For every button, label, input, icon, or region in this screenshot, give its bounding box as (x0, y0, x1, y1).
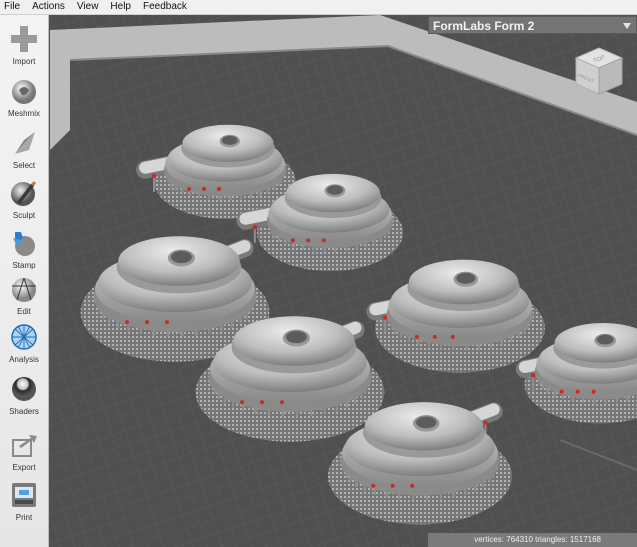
turret (181, 124, 275, 168)
edit-sphere-icon (12, 277, 36, 302)
tool-label: Stamp (12, 261, 36, 270)
chrome-sphere-icon (12, 377, 36, 401)
export-arrow-icon (12, 435, 37, 457)
tool-label: Meshmix (7, 109, 40, 118)
tool-import-button[interactable]: Import (0, 21, 48, 73)
tool-print-button[interactable]: Print (0, 477, 48, 529)
tool-label: Export (12, 463, 36, 472)
menu-help[interactable]: Help (104, 0, 137, 14)
brush-icon (11, 181, 36, 206)
meshmixer-window: File Actions View Help Feedback Import M… (0, 0, 637, 547)
3d-viewport[interactable] (49, 15, 637, 547)
printer-name: FormLabs Form 2 (433, 19, 535, 33)
stamp-icon (13, 232, 35, 256)
tool-select-button[interactable]: Select (0, 125, 48, 177)
menu-actions[interactable]: Actions (26, 0, 71, 14)
tool-label: Print (15, 513, 33, 522)
turret (407, 259, 520, 311)
tool-analysis-button[interactable]: Analysis (0, 319, 48, 371)
arrow-cursor-icon (15, 132, 35, 154)
tool-edit-button[interactable]: Edit (0, 271, 48, 323)
tool-sculpt-button[interactable]: Sculpt (0, 175, 48, 227)
turret (116, 236, 242, 294)
status-bar: vertices: 764310 triangles: 1517168 (428, 533, 637, 547)
tool-label: Shaders (9, 407, 39, 416)
menu-view[interactable]: View (71, 0, 105, 14)
mesh-stats: vertices: 764310 triangles: 1517168 (474, 535, 601, 544)
tool-label: Edit (17, 307, 31, 316)
tool-label: Sculpt (12, 211, 36, 220)
menu-file[interactable]: File (0, 0, 26, 14)
tool-label: Import (12, 57, 36, 66)
tool-label: Analysis (9, 355, 39, 364)
tool-label: Select (12, 161, 36, 170)
mesh-sphere-icon (11, 324, 37, 350)
turret (284, 173, 382, 219)
plus-icon (11, 26, 37, 52)
tool-palette: Import Meshmix Select Sculpt Stamp Edit … (0, 15, 49, 547)
view-cube[interactable]: TOP FRONT (572, 44, 626, 98)
turret (231, 316, 357, 374)
printer-selector[interactable]: FormLabs Form 2 (428, 16, 637, 34)
turret (363, 402, 485, 458)
menu-bar: File Actions View Help Feedback (0, 0, 637, 15)
tool-stamp-button[interactable]: Stamp (0, 225, 48, 277)
dropdown-arrow-icon (623, 23, 631, 29)
tool-export-button[interactable]: Export (0, 427, 48, 479)
tool-meshmix-button[interactable]: Meshmix (0, 73, 48, 125)
printer-icon (12, 483, 36, 507)
tool-shaders-button[interactable]: Shaders (0, 371, 48, 423)
menu-feedback[interactable]: Feedback (137, 0, 193, 14)
bunny-head-icon (12, 80, 36, 104)
print-bed-scene (49, 15, 637, 547)
